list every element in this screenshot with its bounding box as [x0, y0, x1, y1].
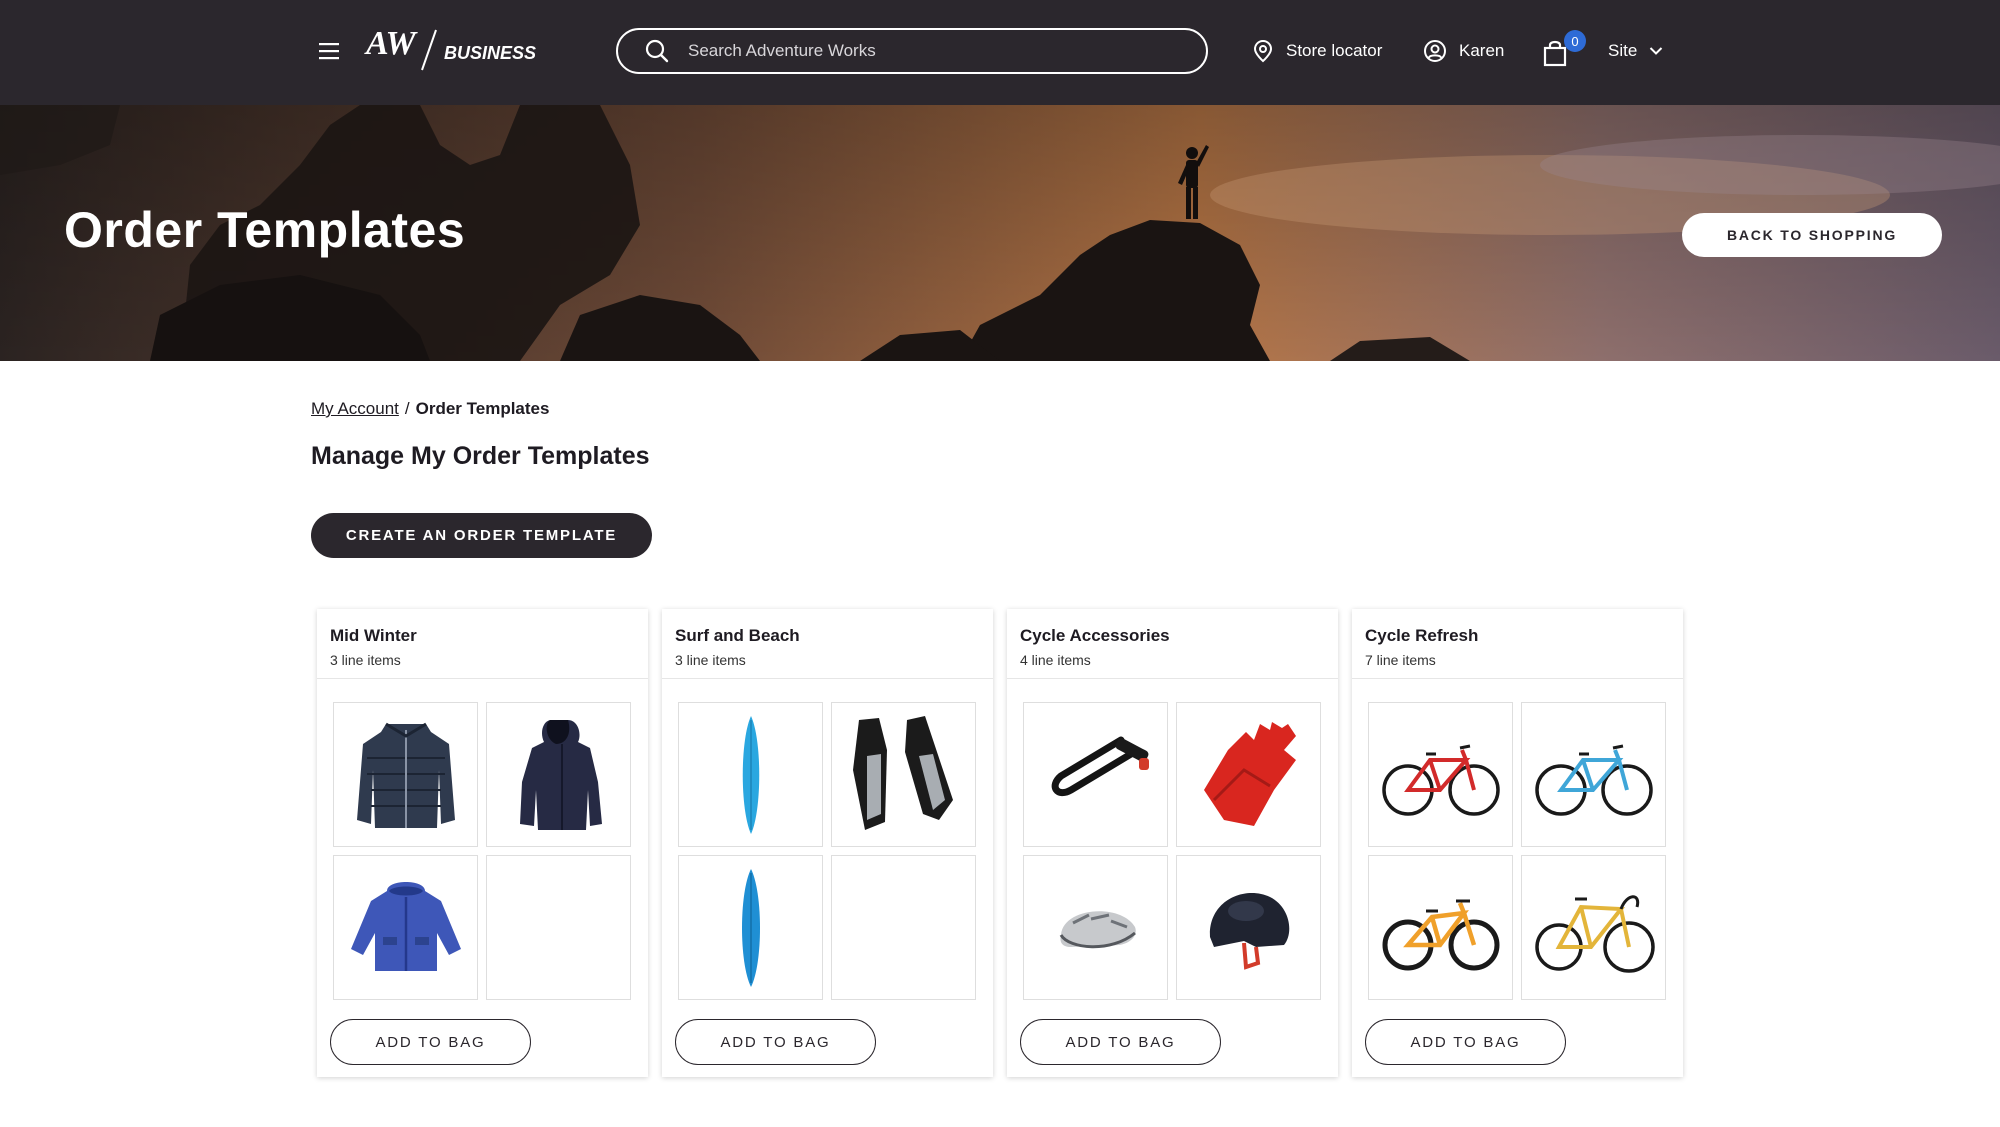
breadcrumb-separator: /	[404, 399, 410, 418]
add-to-bag-button[interactable]: ADD TO BAG	[1020, 1019, 1221, 1065]
product-tile-red-road-bike[interactable]	[1368, 702, 1513, 847]
yellow-road-bike-image	[1534, 894, 1655, 973]
menu-icon[interactable]	[318, 40, 340, 62]
product-tile-u-lock[interactable]	[1023, 702, 1168, 847]
user-account-link[interactable]: Karen	[1423, 34, 1504, 68]
hero-banner: Order Templates BACK TO SHOPPING	[0, 105, 2000, 361]
site-selector[interactable]: Site	[1608, 34, 1663, 68]
add-to-bag-button[interactable]: ADD TO BAG	[330, 1019, 531, 1065]
template-name[interactable]: Cycle Refresh	[1365, 626, 1683, 646]
product-tile-yellow-road-bike[interactable]	[1521, 855, 1666, 1000]
product-image-grid	[678, 702, 976, 1000]
surfboard-image	[741, 868, 760, 987]
product-tile-bike-helmet[interactable]	[1023, 855, 1168, 1000]
store-locator-link[interactable]: Store locator	[1252, 34, 1382, 68]
user-icon	[1424, 40, 1446, 62]
order-template-card[interactable]: Cycle Accessories 4 line items ADD TO BA…	[1007, 609, 1338, 1077]
red-road-bike-image	[1381, 744, 1500, 816]
cart-count-badge: 0	[1564, 30, 1586, 52]
store-locator-label: Store locator	[1286, 41, 1383, 60]
bike-helmet-image	[1059, 910, 1136, 948]
breadcrumb-my-account[interactable]: My Account	[311, 399, 399, 419]
add-to-bag-button[interactable]: ADD TO BAG	[1365, 1019, 1566, 1065]
card-header: Cycle Accessories 4 line items	[1007, 609, 1338, 679]
line-item-count: 3 line items	[675, 652, 746, 668]
create-order-template-button[interactable]: CREATE AN ORDER TEMPLATE	[311, 513, 652, 558]
hooded-jacket-image	[519, 719, 602, 830]
product-image-grid	[333, 702, 631, 1000]
orange-mountain-bike-image	[1382, 899, 1499, 970]
breadcrumb-current: Order Templates	[415, 399, 550, 418]
template-name[interactable]: Cycle Accessories	[1020, 626, 1338, 646]
product-tile-surfboard[interactable]	[678, 702, 823, 847]
u-lock-image	[1051, 736, 1149, 796]
template-name[interactable]: Surf and Beach	[675, 626, 993, 646]
order-template-card[interactable]: Surf and Beach 3 line items ADD TO BAG	[662, 609, 993, 1077]
product-image-grid	[1368, 702, 1666, 1000]
swim-fins-image	[852, 715, 953, 830]
line-item-count: 4 line items	[1020, 652, 1091, 668]
product-tile-blue-road-bike[interactable]	[1521, 702, 1666, 847]
breadcrumb: My Account / Order Templates	[311, 399, 549, 419]
page-hero-title: Order Templates	[64, 202, 466, 258]
order-template-card[interactable]: Mid Winter 3 line items ADD TO BAG	[317, 609, 648, 1077]
order-template-card[interactable]: Cycle Refresh 7 line items ADD TO BAG	[1352, 609, 1683, 1077]
search-bar[interactable]	[616, 28, 1208, 74]
product-tile-kids-parka[interactable]	[333, 855, 478, 1000]
kids-parka-image	[350, 881, 461, 971]
product-tile-puffer-jacket[interactable]	[333, 702, 478, 847]
page-title: Manage My Order Templates	[311, 442, 650, 470]
empty-product-tile	[831, 855, 976, 1000]
user-name: Karen	[1459, 41, 1505, 60]
empty-product-tile	[486, 855, 631, 1000]
top-navigation-bar: AW BUSINESS Store locator Karen 0 Site	[0, 0, 2000, 105]
back-to-shopping-button[interactable]: BACK TO SHOPPING	[1682, 213, 1942, 257]
surfboard-image	[742, 715, 759, 834]
svg-text:AW: AW	[364, 25, 419, 62]
product-image-grid	[1023, 702, 1321, 1000]
card-header: Mid Winter 3 line items	[317, 609, 648, 679]
product-tile-hooded-jacket[interactable]	[486, 702, 631, 847]
product-tile-orange-mountain-bike[interactable]	[1368, 855, 1513, 1000]
location-pin-icon	[1253, 39, 1273, 63]
product-tile-skate-helmet[interactable]	[1176, 855, 1321, 1000]
chevron-down-icon	[1650, 47, 1663, 55]
skate-helmet-image	[1209, 892, 1289, 970]
search-input[interactable]	[688, 41, 1168, 61]
cycling-glove-image	[1203, 721, 1296, 826]
template-name[interactable]: Mid Winter	[330, 626, 648, 646]
card-header: Cycle Refresh 7 line items	[1352, 609, 1683, 679]
blue-road-bike-image	[1534, 744, 1653, 816]
puffer-jacket-image	[356, 722, 455, 828]
product-tile-swim-fins[interactable]	[831, 702, 976, 847]
line-item-count: 7 line items	[1365, 652, 1436, 668]
line-item-count: 3 line items	[330, 652, 401, 668]
site-label: Site	[1608, 41, 1638, 60]
brand-logo[interactable]: AW BUSINESS	[364, 24, 544, 78]
product-tile-surfboard[interactable]	[678, 855, 823, 1000]
add-to-bag-button[interactable]: ADD TO BAG	[675, 1019, 876, 1065]
search-icon[interactable]	[644, 38, 670, 64]
card-header: Surf and Beach 3 line items	[662, 609, 993, 679]
shopping-bag-button[interactable]: 0	[1540, 30, 1586, 72]
product-tile-cycling-glove[interactable]	[1176, 702, 1321, 847]
logo-subtext: BUSINESS	[444, 43, 536, 63]
